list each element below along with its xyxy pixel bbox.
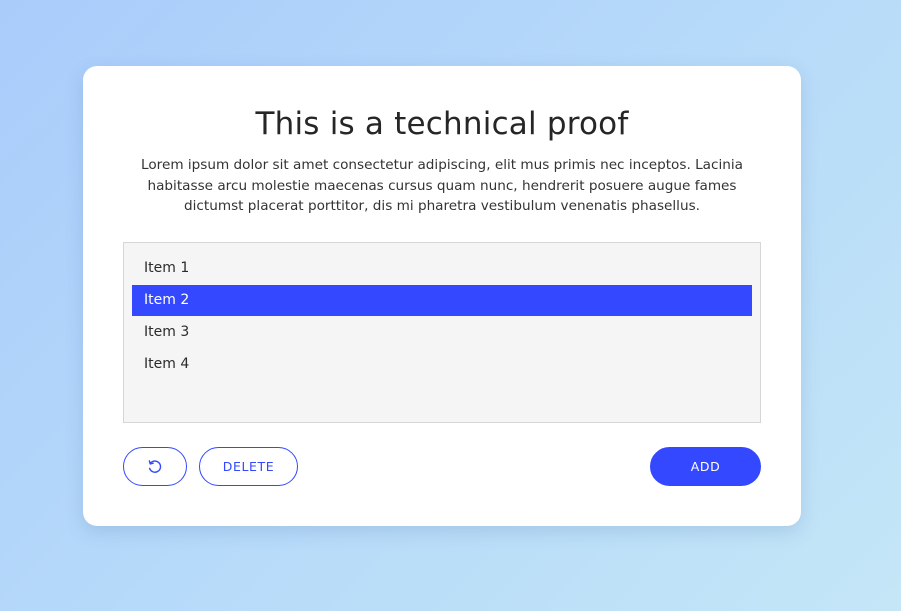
reset-icon — [147, 459, 163, 475]
list-item[interactable]: Item 3 — [132, 317, 752, 348]
list-item[interactable]: Item 4 — [132, 349, 752, 380]
list-item[interactable]: Item 1 — [132, 253, 752, 284]
item-list[interactable]: Item 1 Item 2 Item 3 Item 4 — [123, 242, 761, 423]
list-item-selected[interactable]: Item 2 — [132, 285, 752, 316]
reset-button[interactable] — [123, 447, 187, 486]
card: This is a technical proof Lorem ipsum do… — [83, 66, 801, 526]
delete-button[interactable]: DELETE — [199, 447, 298, 486]
description: Lorem ipsum dolor sit amet consectetur a… — [141, 157, 743, 214]
add-button[interactable]: ADD — [650, 447, 761, 486]
page-title: This is a technical proof — [255, 106, 629, 142]
